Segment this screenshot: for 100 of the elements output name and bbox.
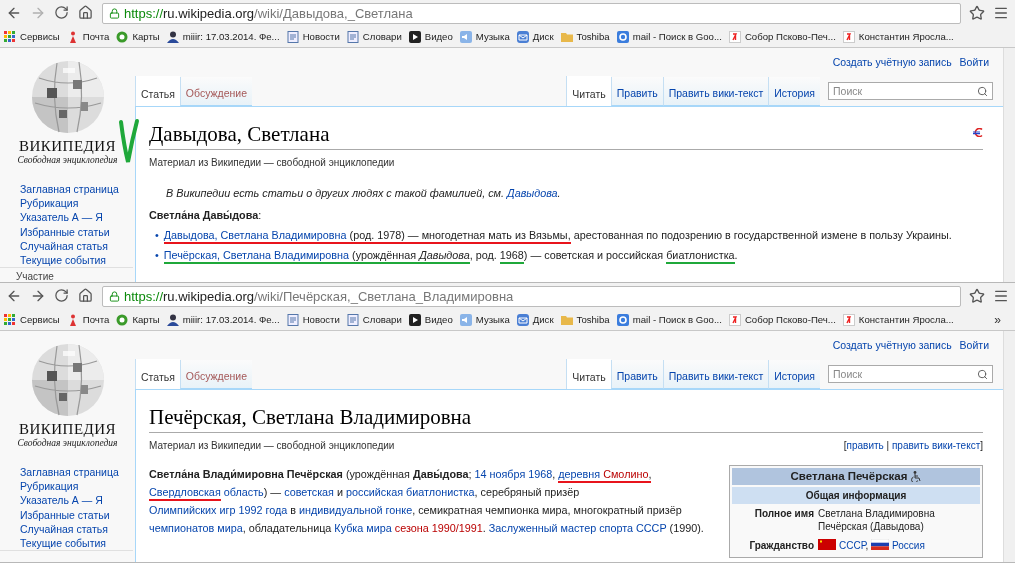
bookmark[interactable]: Константин Яросла... [842,313,954,326]
bullet: • [155,228,159,243]
account-link[interactable]: Войти [959,339,989,351]
sidebar-heading: Участие [15,270,55,282]
bookmark[interactable]: Карты [116,313,160,326]
back-button[interactable] [6,5,22,21]
envelope-icon [516,30,529,43]
link[interactable]: Давыдова [507,187,558,199]
bookmark[interactable]: Toshiba [560,30,610,43]
sidebar-link[interactable]: Избранные статьи [20,507,133,522]
bookmark[interactable]: Диск [516,313,554,326]
bookmark[interactable]: Константин Яросла... [842,30,954,43]
sidebar-link[interactable]: Рубрикация [20,196,133,211]
bookmark[interactable]: miiir: 17.03.2014. Фе... [166,313,280,326]
sidebar-link[interactable]: Рубрикация [20,479,133,494]
menu-icon[interactable] [993,288,1009,304]
logo-wordmark: ВИКИПЕДИЯ [18,138,117,155]
search-field[interactable]: Поиск [828,82,993,100]
link[interactable]: деревня [558,468,601,483]
view-tab[interactable]: Править [610,360,663,389]
bookmark[interactable]: Сервисы [4,30,60,43]
page-tab[interactable]: Обсуждение [179,77,253,106]
bookmark[interactable]: Новости [286,313,340,326]
bookmark[interactable]: Новости [286,30,340,43]
bookmark[interactable]: Собор Псково-Печ... [728,313,836,326]
link[interactable]: Печёрская, Светлана Владимировна [163,249,350,264]
scrollbar[interactable] [1003,48,1015,282]
bookmark[interactable]: mail - Поиск в Goo... [616,313,722,326]
view-tab[interactable]: История [768,77,820,106]
sidebar-link[interactable]: Заглавная страница [20,182,133,197]
view-tab[interactable]: Читать [566,359,611,389]
bookmark[interactable]: Видео [408,30,453,43]
sidebar-link[interactable]: Заглавная страница [20,465,133,480]
account-link[interactable]: Войти [959,56,989,68]
document-icon [286,313,299,326]
lock-icon [109,7,120,19]
bookmark[interactable]: miiir: 17.03.2014. Фе... [166,30,280,43]
view-tab[interactable]: Читать [566,76,611,106]
bookmark[interactable]: Почта [66,30,110,43]
link[interactable]: Россия [892,540,925,551]
bookmark[interactable]: Видео [408,313,453,326]
bookmark[interactable]: Словари [346,313,402,326]
bookmark[interactable]: Собор Псково-Печ... [728,30,836,43]
sidebar-link[interactable]: Случайная статья [20,238,133,253]
link[interactable]: Кубка мира [334,522,392,534]
link[interactable]: Заслуженный мастер спорта СССР [488,522,667,534]
page-tab[interactable]: Обсуждение [179,360,253,389]
bookmark[interactable]: Музыка [459,313,510,326]
sidebar-link[interactable]: Случайная статья [20,521,133,536]
more-bookmarks-button[interactable]: » [994,312,1001,327]
link[interactable]: советская [284,486,334,498]
home-button[interactable] [78,288,94,304]
account-link[interactable]: Создать учётную запись [832,56,952,68]
page-tab[interactable]: Статья [135,76,180,106]
account-link[interactable]: Создать учётную запись [832,339,952,351]
link[interactable]: Олимпийских игр 1992 года [149,504,288,516]
link[interactable]: Свердловская [149,486,221,501]
page-tab[interactable]: Статья [135,359,180,389]
bookmark[interactable]: Музыка [459,30,510,43]
sidebar-link[interactable]: Указатель А — Я [20,493,133,508]
reload-button[interactable] [54,5,70,21]
sidebar-link[interactable]: Текущие события [20,253,133,268]
home-button[interactable] [78,5,94,21]
square-icon [616,30,629,43]
view-tab[interactable]: История [768,360,820,389]
reload-button[interactable] [54,288,70,304]
sidebar-link[interactable]: Избранные статьи [20,224,133,239]
search-icon[interactable] [977,368,988,380]
search-field[interactable]: Поиск [828,365,993,383]
bookmark[interactable]: Toshiba [560,313,610,326]
forward-button[interactable] [30,288,46,304]
bookmark[interactable]: Сервисы [4,313,60,326]
sidebar-link[interactable]: Текущие события [20,536,133,551]
bookmark[interactable]: mail - Поиск в Goo... [616,30,722,43]
square-icon [728,30,741,43]
sidebar-link[interactable]: Указатель А — Я [20,210,133,225]
view-tab[interactable]: Править вики-текст [662,77,769,106]
back-button[interactable] [6,288,22,304]
link[interactable]: российская [346,486,404,498]
link[interactable]: сезона 1990/1991 [391,522,483,534]
bookmark[interactable]: Карты [116,30,160,43]
link[interactable]: 14 ноября [474,468,526,480]
address-field[interactable]: https://ru.wikipedia.org/wiki/Давыдова,_Светлана [102,2,961,24]
menu-icon[interactable] [993,5,1009,21]
view-tab[interactable]: Править [610,77,663,106]
scrollbar[interactable] [1003,331,1015,562]
bookmark[interactable]: Диск [516,30,554,43]
link[interactable]: Давыдова, Светлана Владимировна [163,229,347,244]
bookmark[interactable]: Почта [66,313,110,326]
search-icon[interactable] [977,85,988,97]
view-tab[interactable]: Править вики-текст [662,360,769,389]
infobox-title: Светлана Печёрская [790,470,908,483]
link[interactable]: чемпионатов мира [149,522,243,534]
address-field[interactable]: https://ru.wikipedia.org/wiki/Печёрская,_Светлана_Владимировна [102,285,961,307]
link[interactable]: биатлонистка [403,486,475,498]
link[interactable]: СССР [839,540,866,551]
bookmark[interactable]: Словари [346,30,402,43]
bookmark-star-icon[interactable] [969,288,985,304]
bookmark-star-icon[interactable] [969,5,985,21]
link[interactable]: область [220,486,264,498]
